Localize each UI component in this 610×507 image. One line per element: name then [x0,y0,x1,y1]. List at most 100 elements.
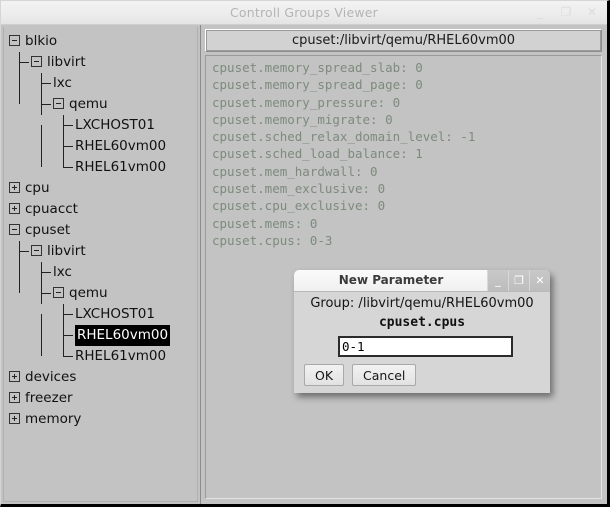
parameter-row[interactable]: cpuset.memory_spread_page: 0 [212,76,601,93]
tree-item-label: freezer [25,390,73,406]
tree-connector-wrap [41,73,53,94]
tree-item-lxchost01[interactable]: LXCHOST01 [1,115,200,136]
tree-connector [41,94,51,115]
group-path-header: cpuset:/libvirt/qemu/RHEL60vm00 [205,29,602,52]
tree-item-lxchost01[interactable]: LXCHOST01 [1,304,200,325]
tree-item-blkio[interactable]: blkio [1,31,200,52]
tree-item-content: libvirt [31,52,86,73]
tree-item-qemu[interactable]: qemu [1,94,200,115]
tree-connector-wrap [41,94,53,115]
tree-item-cpuacct[interactable]: cpuacct [1,199,200,220]
tree-item-content: RHEL61vm00 [75,346,166,367]
collapse-icon[interactable] [9,223,20,235]
dialog-minimize-icon[interactable]: _ [487,270,508,291]
tree-item-label: qemu [69,96,108,112]
tree-item-content: freezer [9,388,73,409]
collapse-icon[interactable] [31,55,42,67]
expand-icon[interactable] [9,391,20,403]
tree-item-lxc[interactable]: lxc [1,262,200,283]
parameter-row[interactable]: cpuset.mem_exclusive: 0 [212,180,601,197]
parameter-key: cpuset.mem_exclusive: [212,181,371,197]
collapse-icon[interactable] [31,244,42,256]
parameter-row[interactable]: cpuset.mem_hardwall: 0 [212,163,601,180]
parameter-row[interactable]: cpuset.sched_load_balance: 1 [212,145,601,162]
tree-connector-wrap [63,325,75,346]
tree-item-memory[interactable]: memory [1,409,200,430]
ok-button[interactable]: OK [304,364,345,386]
tree-item-label: RHEL61vm00 [75,348,167,364]
tree-item-libvirt[interactable]: libvirt [1,241,200,262]
cgroup-tree-pane[interactable]: blkio libvirt lxc qemu LXCHOST01 RHEL60vm00 RH… [1,25,201,504]
cancel-button[interactable]: Cancel [352,364,417,386]
window-titlebar: Controll Groups Viewer _ ❐ ✕ [1,1,607,25]
collapse-icon[interactable] [9,34,20,46]
tree-item-rhel60vm00[interactable]: RHEL60vm00 [1,325,200,346]
dialog-parameter-name: cpuset.cpus [378,315,466,330]
dialog-maximize-icon[interactable]: ❐ [508,270,529,291]
tree-item-freezer[interactable]: freezer [1,388,200,409]
tree-item-libvirt[interactable]: libvirt [1,52,200,73]
close-icon[interactable]: ✕ [585,4,599,20]
tree-item-qemu[interactable]: qemu [1,283,200,304]
cgroup-tree[interactable]: blkio libvirt lxc qemu LXCHOST01 RHEL60vm00 RH… [1,31,200,430]
collapse-icon[interactable] [53,97,64,109]
tree-connector [41,283,51,304]
tree-item-label: RHEL60vm00 [75,138,167,154]
parameter-value: 0 [309,215,318,231]
tree-item-rhel61vm00[interactable]: RHEL61vm00 [1,157,200,178]
collapse-icon[interactable] [53,286,64,298]
tree-item-label: devices [25,369,77,385]
tree-item-content: LXCHOST01 [75,115,155,136]
parameter-row[interactable]: cpuset.sched_relax_domain_level: -1 [212,128,601,145]
tree-item-label: blkio [25,33,58,49]
tree-connector [63,325,73,346]
tree-item-lxc[interactable]: lxc [1,73,200,94]
window-controls: _ ❐ ✕ [533,4,599,20]
parameter-key: cpuset.cpu_exclusive: [212,198,371,214]
tree-trunk-line [41,314,42,356]
tree-item-cpuset[interactable]: cpuset [1,220,200,241]
tree-item-content: cpuacct [9,199,78,220]
parameter-key: cpuset.cpus: [212,232,303,248]
expand-icon[interactable] [9,412,20,424]
parameter-value: -1 [460,129,476,145]
parameter-key: cpuset.memory_pressure: [212,94,386,110]
tree-item-cpu[interactable]: cpu [1,178,200,199]
tree-item-content: lxc [53,73,72,94]
parameter-row[interactable]: cpuset.memory_pressure: 0 [212,94,601,111]
tree-item-content: qemu [53,94,108,115]
tree-item-content: RHEL61vm00 [75,157,166,178]
parameter-row[interactable]: cpuset.cpus: 0-3 [212,232,601,249]
expand-icon[interactable] [9,202,20,214]
minimize-icon[interactable]: _ [533,4,547,20]
parameter-value: 0-3 [309,232,333,248]
tree-item-rhel61vm00[interactable]: RHEL61vm00 [1,346,200,367]
tree-item-label: LXCHOST01 [75,117,155,133]
tree-connector [63,115,73,136]
tree-item-rhel60vm00[interactable]: RHEL60vm00 [1,136,200,157]
tree-item-devices[interactable]: devices [1,367,200,388]
tree-item-content: devices [9,367,76,388]
parameter-value-input[interactable] [338,336,513,357]
tree-item-label: RHEL60vm00 [75,325,171,346]
dialog-window-controls: _ ❐ ✕ [487,270,550,291]
maximize-icon[interactable]: ❐ [559,4,573,20]
parameter-row[interactable]: cpuset.mems: 0 [212,215,601,232]
parameter-key: cpuset.sched_relax_domain_level: [212,129,453,145]
expand-icon[interactable] [9,181,20,193]
tree-item-content: cpuset [9,220,70,241]
parameter-row[interactable]: cpuset.memory_spread_slab: 0 [212,59,601,76]
tree-connector [63,304,73,325]
expand-icon[interactable] [9,370,20,382]
tree-item-content: cpu [9,178,50,199]
parameter-row[interactable]: cpuset.memory_migrate: 0 [212,111,601,128]
tree-connector-wrap [63,157,75,178]
dialog-input-wrapper [338,336,513,357]
tree-connector-wrap [41,262,53,283]
tree-connector-wrap [19,52,31,73]
parameter-value: 0 [392,94,401,110]
tree-item-content: lxc [53,262,72,283]
dialog-close-icon[interactable]: ✕ [529,270,550,291]
parameter-row[interactable]: cpuset.cpu_exclusive: 0 [212,197,601,214]
tree-item-content: RHEL60vm00 [75,136,166,157]
